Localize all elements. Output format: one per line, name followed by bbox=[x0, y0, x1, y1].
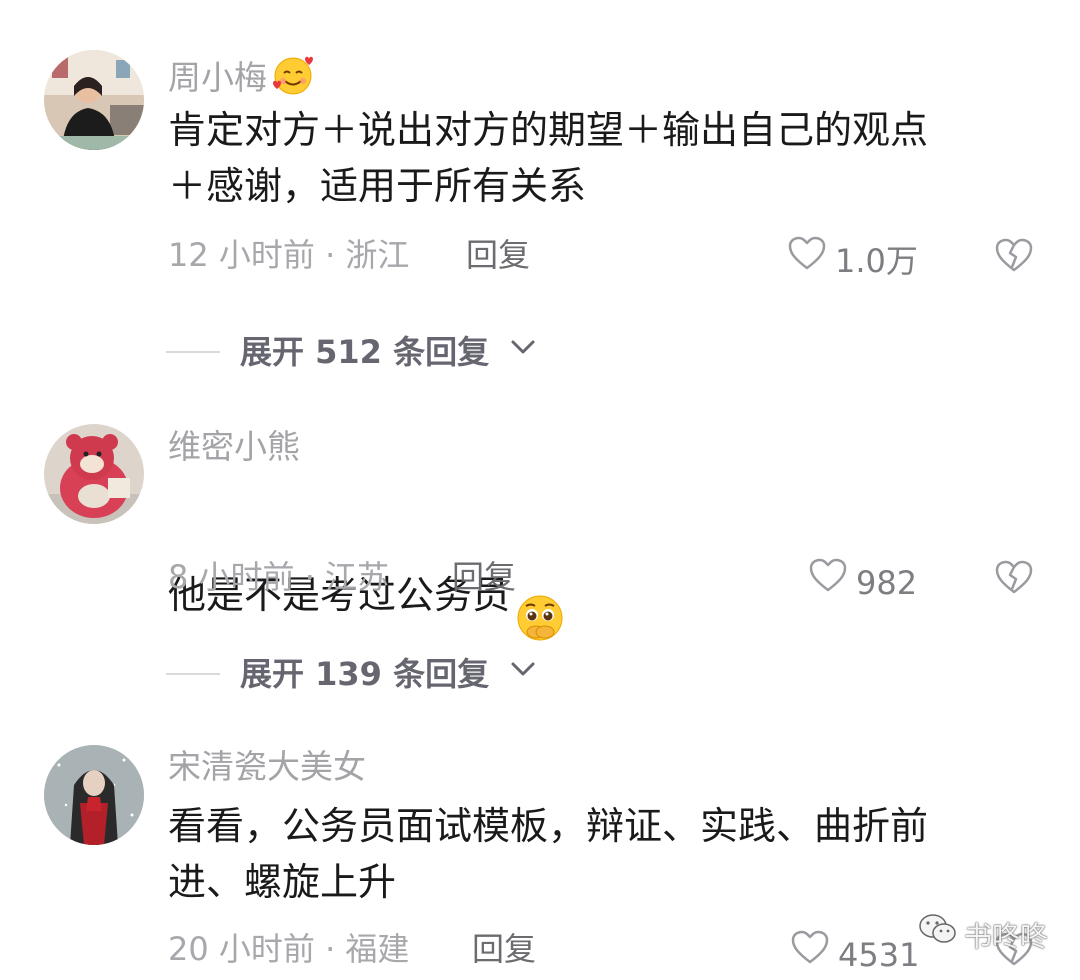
avatar[interactable] bbox=[44, 745, 144, 845]
time-location: 20 小时前 · 福建 bbox=[168, 930, 410, 968]
heart-icon bbox=[808, 557, 848, 608]
watermark-text: 书咚咚 bbox=[964, 919, 1049, 953]
username[interactable]: 宋清瓷大美女 bbox=[168, 747, 366, 787]
username[interactable]: 维密小熊 bbox=[168, 427, 300, 467]
like-count: 1.0万 bbox=[835, 241, 918, 280]
heart-icon bbox=[787, 235, 827, 286]
like-button[interactable]: 1.0万 bbox=[787, 235, 918, 286]
dislike-button[interactable] bbox=[994, 559, 1034, 599]
like-button[interactable]: 982 bbox=[808, 557, 917, 608]
avatar[interactable] bbox=[44, 50, 144, 150]
username[interactable]: 周小梅 bbox=[168, 53, 315, 106]
username-text: 周小梅 bbox=[168, 58, 267, 97]
smiling-face-with-hearts-icon bbox=[271, 53, 315, 106]
reply-button[interactable]: 回复 bbox=[466, 235, 530, 275]
chevron-down-icon bbox=[509, 332, 537, 372]
divider-line bbox=[166, 351, 220, 353]
time-location: 12 小时前 · 浙江 bbox=[168, 236, 410, 274]
wechat-icon bbox=[918, 912, 958, 961]
expand-replies-button[interactable]: 展开 139 条回复 bbox=[166, 654, 537, 694]
avatar[interactable] bbox=[44, 424, 144, 524]
expand-replies-button[interactable]: 展开 512 条回复 bbox=[166, 332, 537, 372]
broken-heart-icon bbox=[994, 560, 1034, 599]
broken-heart-icon bbox=[994, 238, 1034, 277]
comment-text: 看看，公务员面试模板，辩证、实践、曲折前 进、螺旋上升 bbox=[168, 804, 929, 904]
like-button[interactable]: 4531 bbox=[790, 929, 919, 980]
reply-button[interactable]: 回复 bbox=[452, 557, 516, 597]
chevron-down-icon bbox=[509, 654, 537, 694]
divider-line bbox=[166, 673, 220, 675]
heart-icon bbox=[790, 929, 830, 980]
watermark: 书咚咚 bbox=[918, 912, 1048, 961]
time-location: 8 小时前 · 江苏 bbox=[168, 558, 390, 596]
pleading-face-icon bbox=[514, 536, 566, 659]
expand-replies-label: 展开 139 条回复 bbox=[240, 655, 490, 693]
like-count: 982 bbox=[856, 563, 918, 602]
comment-text: 肯定对方＋说出对方的期望＋输出自己的观点 ＋感谢，适用于所有关系 bbox=[168, 108, 929, 208]
like-count: 4531 bbox=[838, 935, 920, 974]
expand-replies-label: 展开 512 条回复 bbox=[240, 333, 490, 371]
dislike-button[interactable] bbox=[994, 237, 1034, 277]
reply-button[interactable]: 回复 bbox=[472, 929, 536, 969]
